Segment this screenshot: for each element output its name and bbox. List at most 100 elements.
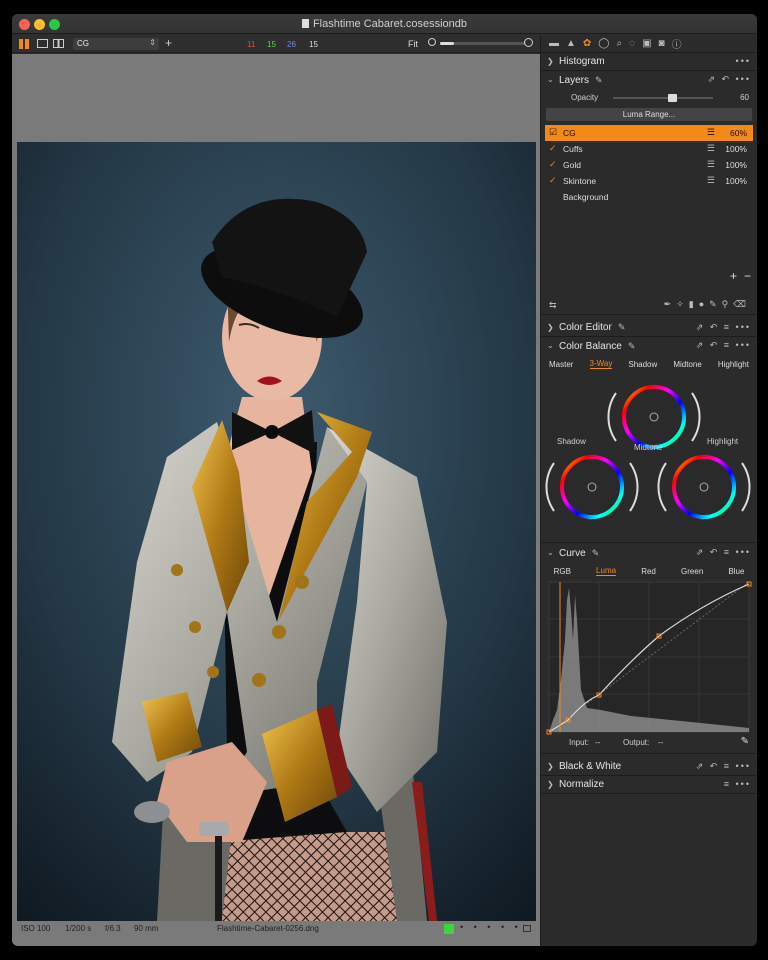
document-icon — [301, 19, 309, 28]
library-folder-icon[interactable]: ▬ — [549, 38, 559, 49]
single-view-icon[interactable] — [37, 39, 48, 48]
black-white-section-header[interactable]: ❯ Black & White ⇗ ↶ ≡ ••• — [541, 758, 757, 776]
curve-input-value: -- — [595, 738, 601, 747]
layer-settings-icon[interactable]: ☰ — [707, 159, 715, 170]
compare-view-icon[interactable] — [53, 39, 64, 48]
shadow-wheel[interactable] — [545, 455, 639, 519]
curve-graph[interactable] — [541, 580, 757, 754]
viewer-status-bar: ISO 100 1/200 s f/6.3 90 mm Flashtime-Ca… — [12, 921, 540, 939]
tab-midtone[interactable]: Midtone — [673, 360, 701, 369]
tab-luma[interactable]: Luma — [596, 566, 617, 576]
section-actions[interactable]: ≡ ••• — [724, 779, 751, 789]
histogram-section-header[interactable]: ❯ Histogram ••• — [541, 53, 757, 71]
tab-3-way[interactable]: 3-Way — [589, 359, 613, 369]
normalize-section-header[interactable]: ❯ Normalize ≡ ••• — [541, 776, 757, 794]
chevron-down-icon: ⌄ — [547, 75, 554, 84]
chevron-right-icon: ❯ — [547, 762, 554, 771]
chevron-right-icon: ❯ — [547, 57, 554, 66]
opacity-label: Opacity — [571, 93, 599, 102]
window-title: Flashtime Cabaret.cosessiondb — [12, 18, 757, 30]
count-green: 15 — [267, 40, 276, 49]
filename: Flashtime-Cabaret-0256.dng — [217, 924, 319, 933]
add-plus-icon[interactable]: + — [165, 36, 172, 50]
output-icon[interactable]: ◙ — [659, 38, 665, 49]
layer-name: Skintone — [563, 176, 597, 186]
chevron-down-icon: ⌄ — [547, 548, 554, 557]
add-layer-icon[interactable]: + — [730, 269, 737, 283]
picker-icon[interactable]: ✎ — [595, 75, 603, 86]
opacity-slider-thumb[interactable] — [668, 94, 677, 102]
color-balance-title: Color Balance — [559, 340, 622, 352]
layer-row-cuffs[interactable]: ✓ Cuffs ☰ 100% — [541, 141, 757, 157]
rating-dots[interactable]: • • • • • — [460, 922, 522, 932]
section-actions[interactable]: ⇗ ↶ ≡ ••• — [696, 761, 751, 772]
layer-tools[interactable]: ✒✧▮●✎⚲⌫ — [664, 299, 751, 310]
layer-name: Cuffs — [563, 144, 583, 154]
remove-layer-icon[interactable]: − — [744, 269, 751, 283]
layer-row-cg[interactable]: ☑ CG ☰ 60% — [545, 125, 753, 141]
layer-percent: 60% — [729, 128, 747, 138]
adjustments-icon[interactable]: ◌ — [629, 38, 635, 49]
opacity-row: Opacity 60 — [541, 89, 757, 107]
color-tag-green[interactable] — [444, 924, 454, 934]
tool-panel: ▬ ▲ ✿ ◯ ⌕ ◌ ▣ ◙ ⓘ ❯ Histogram ••• ⌄ Laye… — [540, 35, 757, 946]
curve-picker-icon[interactable]: ✎ — [741, 736, 749, 747]
tab-blue[interactable]: Blue — [728, 567, 744, 576]
chevron-down-icon: ⌄ — [547, 341, 554, 350]
tab-shadow[interactable]: Shadow — [628, 360, 657, 369]
layer-percent: 100% — [725, 160, 747, 170]
tab-rgb[interactable]: RGB — [554, 567, 571, 576]
color-tool-icon[interactable]: ✿ — [583, 38, 591, 49]
checkbox-checked-icon[interactable]: ☑ — [549, 127, 557, 138]
checkmark-icon[interactable]: ✓ — [549, 159, 557, 170]
layers-actions[interactable]: ⇗ ↶ ••• — [707, 74, 751, 85]
zoom-in-icon[interactable] — [524, 38, 533, 47]
count-total: 15 — [309, 40, 318, 49]
more-options-icon[interactable]: ••• — [736, 56, 751, 66]
curve-input-label: Input: — [569, 738, 590, 747]
section-actions[interactable]: ⇗ ↶ ≡ ••• — [696, 322, 751, 333]
layer-settings-icon[interactable]: ☰ — [707, 175, 715, 186]
viewer-options-icon[interactable] — [523, 925, 531, 932]
checkmark-icon[interactable]: ✓ — [549, 143, 557, 154]
luma-range-button[interactable]: Luma Range... — [546, 108, 752, 121]
highlight-wheel[interactable] — [657, 455, 751, 519]
zoom-fit-label[interactable]: Fit — [408, 39, 418, 49]
grid-view-icon[interactable] — [19, 39, 29, 49]
section-actions[interactable]: ⇗ ↶ ≡ ••• — [696, 547, 751, 558]
tab-red[interactable]: Red — [641, 567, 656, 576]
details-icon[interactable]: ⌕ — [617, 38, 623, 49]
opacity-slider[interactable] — [613, 94, 713, 102]
section-actions[interactable]: ⇗ ↶ ≡ ••• — [696, 340, 751, 351]
photo-preview[interactable] — [17, 142, 536, 921]
viewer-toolbar: CG ⇕ + 11 15 26 15 Fit — [12, 35, 540, 53]
metadata-icon[interactable]: ▣ — [642, 38, 651, 49]
tab-highlight[interactable]: Highlight — [718, 360, 749, 369]
layers-section-header[interactable]: ⌄ Layers ✎ ⇗ ↶ ••• — [541, 71, 757, 89]
curve-editor[interactable]: Input: -- Output: -- ✎ — [541, 580, 757, 754]
tab-green[interactable]: Green — [681, 567, 703, 576]
lens-icon[interactable]: ◯ — [598, 38, 609, 49]
picker-icon[interactable]: ✎ — [618, 322, 626, 333]
color-editor-section-header[interactable]: ❯ Color Editor ✎ ⇗ ↶ ≡ ••• — [541, 319, 757, 337]
capture-icon[interactable]: ▲ — [566, 38, 576, 49]
curve-section-header[interactable]: ⌄ Curve ✎ ⇗ ↶ ≡ ••• — [541, 544, 757, 562]
zoom-slider[interactable] — [440, 42, 526, 45]
layer-row-gold[interactable]: ✓ Gold ☰ 100% — [541, 157, 757, 173]
layer-row-background[interactable]: Background — [541, 189, 757, 205]
color-balance-section-header[interactable]: ⌄ Color Balance ✎ ⇗ ↶ ≡ ••• — [541, 337, 757, 355]
color-wheels-graphic — [545, 385, 751, 519]
layer-settings-icon[interactable]: ☰ — [707, 143, 715, 154]
info-icon[interactable]: ⓘ — [672, 36, 682, 51]
swap-icon[interactable]: ⇆ — [549, 300, 557, 311]
picker-icon[interactable]: ✎ — [628, 341, 636, 352]
midtone-wheel[interactable] — [607, 385, 701, 449]
tab-master[interactable]: Master — [549, 360, 573, 369]
picker-icon[interactable]: ✎ — [592, 548, 600, 559]
checkmark-icon[interactable]: ✓ — [549, 175, 557, 186]
zoom-out-icon[interactable] — [428, 38, 436, 46]
layer-row-skintone[interactable]: ✓ Skintone ☰ 100% — [541, 173, 757, 189]
layer-settings-icon[interactable]: ☰ — [707, 127, 715, 138]
preset-select[interactable]: CG ⇕ — [73, 38, 159, 50]
opacity-value[interactable]: 60 — [740, 93, 749, 102]
